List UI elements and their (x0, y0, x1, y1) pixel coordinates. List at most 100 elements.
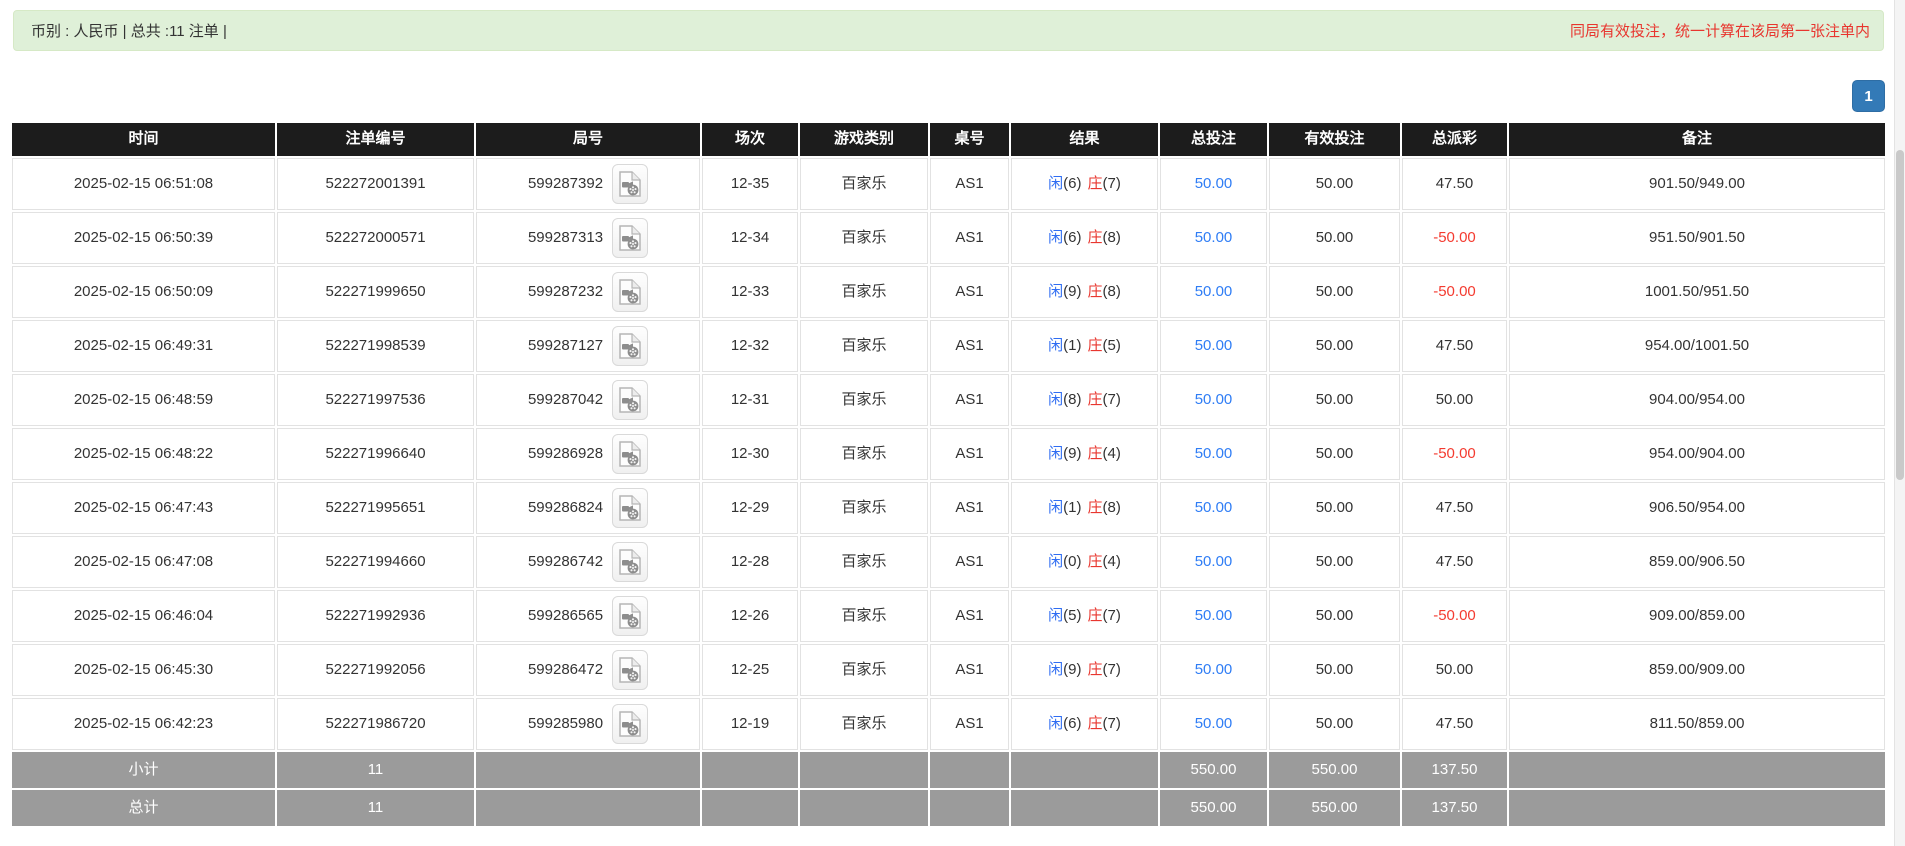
valid-bet-cell: 50.00 (1269, 698, 1400, 750)
session-cell: 12-25 (702, 644, 798, 696)
table-row: 2025-02-15 06:42:23522271986720599285980… (12, 698, 1885, 750)
column-header-result: 结果 (1011, 123, 1158, 156)
footer-total_bet-cell: 550.00 (1160, 752, 1267, 788)
video-replay-button[interactable] (612, 650, 648, 690)
table-footer-row: 小计11550.00550.00137.50 (12, 752, 1885, 788)
round-number: 599286928 (528, 446, 603, 463)
game-cell: 百家乐 (800, 158, 928, 210)
table-row: 2025-02-15 06:50:39522272000571599287313… (12, 212, 1885, 264)
page-1-button[interactable]: 1 (1852, 80, 1885, 112)
valid-bet-cell: 50.00 (1269, 374, 1400, 426)
valid-bet-cell: 50.00 (1269, 428, 1400, 480)
result-banker-label: 庄 (1088, 716, 1103, 733)
table-cell: AS1 (930, 590, 1009, 642)
total-bet-link[interactable]: 50.00 (1195, 392, 1233, 409)
total-bet-link[interactable]: 50.00 (1195, 230, 1233, 247)
game-cell: 百家乐 (800, 698, 928, 750)
time-cell: 2025-02-15 06:49:31 (12, 320, 275, 372)
table-footer-row: 总计11550.00550.00137.50 (12, 790, 1885, 826)
total-bet-link[interactable]: 50.00 (1195, 176, 1233, 193)
video-replay-button[interactable] (612, 164, 648, 204)
footer-table-empty-cell (930, 790, 1009, 826)
game-cell: 百家乐 (800, 374, 928, 426)
result-player-label: 闲 (1048, 554, 1063, 571)
video-icon (619, 387, 641, 413)
total-bet-link[interactable]: 50.00 (1195, 446, 1233, 463)
result-cell: 闲(1)庄(8) (1011, 482, 1158, 534)
video-icon (619, 333, 641, 359)
video-replay-button[interactable] (612, 488, 648, 528)
session-cell: 12-30 (702, 428, 798, 480)
footer-remark-cell (1509, 752, 1885, 788)
result-banker-score: (8) (1103, 500, 1121, 517)
result-banker-score: (8) (1103, 230, 1121, 247)
time-cell: 2025-02-15 06:47:08 (12, 536, 275, 588)
total-bet-link[interactable]: 50.00 (1195, 284, 1233, 301)
video-replay-button[interactable] (612, 272, 648, 312)
round-number-cell: 599285980 (476, 698, 700, 750)
game-cell: 百家乐 (800, 266, 928, 318)
video-replay-button[interactable] (612, 326, 648, 366)
table-cell: AS1 (930, 266, 1009, 318)
bet-records-table: 时间注单编号局号场次游戏类别桌号结果总投注有效投注总派彩备注 2025-02-1… (12, 123, 1885, 826)
total-bet-link[interactable]: 50.00 (1195, 662, 1233, 679)
game-cell: 百家乐 (800, 536, 928, 588)
video-icon (619, 279, 641, 305)
table-header-row: 时间注单编号局号场次游戏类别桌号结果总投注有效投注总派彩备注 (12, 123, 1885, 156)
total-bet-link[interactable]: 50.00 (1195, 338, 1233, 355)
time-cell: 2025-02-15 06:48:59 (12, 374, 275, 426)
time-cell: 2025-02-15 06:47:43 (12, 482, 275, 534)
result-banker-score: (7) (1103, 176, 1121, 193)
valid-bet-cell: 50.00 (1269, 320, 1400, 372)
payout-cell: -50.00 (1402, 212, 1507, 264)
video-replay-button[interactable] (612, 434, 648, 474)
result-banker-score: (8) (1103, 284, 1121, 301)
video-replay-button[interactable] (612, 704, 648, 744)
session-cell: 12-32 (702, 320, 798, 372)
total-bet-cell: 50.00 (1160, 482, 1267, 534)
video-replay-button[interactable] (612, 218, 648, 258)
total-bet-cell: 50.00 (1160, 536, 1267, 588)
time-cell: 2025-02-15 06:45:30 (12, 644, 275, 696)
video-replay-button[interactable] (612, 542, 648, 582)
total-bet-link[interactable]: 50.00 (1195, 554, 1233, 571)
total-bet-cell: 50.00 (1160, 266, 1267, 318)
table-cell: AS1 (930, 374, 1009, 426)
vertical-scrollbar[interactable] (1894, 0, 1905, 846)
payout-cell: 47.50 (1402, 698, 1507, 750)
table-cell: AS1 (930, 698, 1009, 750)
result-player-label: 闲 (1048, 392, 1063, 409)
scrollbar-thumb[interactable] (1896, 150, 1904, 480)
result-player-label: 闲 (1048, 662, 1063, 679)
column-header-valid_bet: 有效投注 (1269, 123, 1400, 156)
total-bet-link[interactable]: 50.00 (1195, 500, 1233, 517)
session-cell: 12-35 (702, 158, 798, 210)
round-number-cell: 599286472 (476, 644, 700, 696)
bet-no-cell: 522271992056 (277, 644, 474, 696)
total-bet-link[interactable]: 50.00 (1195, 716, 1233, 733)
bet-no-cell: 522271994660 (277, 536, 474, 588)
result-banker-label: 庄 (1088, 230, 1103, 247)
video-replay-button[interactable] (612, 380, 648, 420)
video-icon (619, 225, 641, 251)
round-number-cell: 599287127 (476, 320, 700, 372)
valid-bet-cell: 50.00 (1269, 536, 1400, 588)
video-replay-button[interactable] (612, 596, 648, 636)
session-cell: 12-26 (702, 590, 798, 642)
result-cell: 闲(9)庄(8) (1011, 266, 1158, 318)
total-bet-cell: 50.00 (1160, 320, 1267, 372)
remark-cell: 951.50/901.50 (1509, 212, 1885, 264)
result-player-label: 闲 (1048, 716, 1063, 733)
total-bet-link[interactable]: 50.00 (1195, 608, 1233, 625)
remark-cell: 906.50/954.00 (1509, 482, 1885, 534)
table-row: 2025-02-15 06:48:22522271996640599286928… (12, 428, 1885, 480)
footer-count-cell: 11 (277, 752, 474, 788)
payout-cell: 47.50 (1402, 536, 1507, 588)
result-player-score: (0) (1063, 554, 1081, 571)
total-bet-cell: 50.00 (1160, 374, 1267, 426)
column-header-game: 游戏类别 (800, 123, 928, 156)
session-cell: 12-28 (702, 536, 798, 588)
remark-cell: 954.00/1001.50 (1509, 320, 1885, 372)
result-player-label: 闲 (1048, 500, 1063, 517)
time-cell: 2025-02-15 06:42:23 (12, 698, 275, 750)
